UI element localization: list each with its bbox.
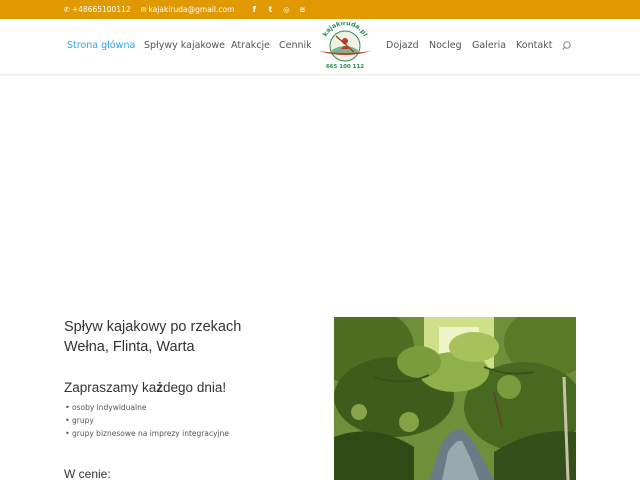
facebook-icon[interactable]: f [246,5,262,14]
invite-heading: Zapraszamy każdego dnia! [64,380,226,395]
phone-number: +48665100112 [71,5,131,14]
top-bar: ✆ +48665100112 ✉ kajakiruda@gmail.com f … [0,0,640,19]
list-item: osoby indywidualne [64,401,229,414]
site-logo[interactable]: kajakiruda.pl 665 100 112 [316,22,374,70]
audience-list: osoby indywidualne grupy grupy biznesowe… [64,401,229,440]
email-address: kajakiruda@gmail.com [148,5,235,14]
nav-item-home[interactable]: Strona główna [67,40,135,51]
nav-link-contact[interactable]: Kontakt [516,40,552,51]
logo-bottom-text: 665 100 112 [326,64,364,70]
nav-link-directions[interactable]: Dojazd [386,40,419,51]
nav-item-accommodation[interactable]: Nocleg [429,40,462,51]
page-title: Spływ kajakowy po rzekach Wełna, Flinta,… [64,317,304,357]
nav-item-attractions[interactable]: Atrakcje [231,40,270,51]
rss-icon[interactable]: ≋ [294,5,310,14]
social-links: f t ◎ ≋ [246,5,310,14]
title-line-1: Spływ kajakowy po rzekach [64,319,242,335]
nav-link-accommodation[interactable]: Nocleg [429,40,462,51]
nav-item-directions[interactable]: Dojazd [386,40,419,51]
river-photo [334,317,576,480]
phone-link[interactable]: ✆ +48665100112 [64,5,131,14]
nav-item-kayak-trips[interactable]: Spływy kajakowe [144,40,225,51]
nav-item-prices[interactable]: Cennik [279,40,312,51]
nav-link-attractions[interactable]: Atrakcje [231,40,270,51]
instagram-icon[interactable]: ◎ [278,5,294,14]
search-icon[interactable] [562,40,574,52]
phone-icon: ✆ [64,5,70,14]
nav-item-gallery[interactable]: Galeria [472,40,506,51]
invite-text-start: Zapraszamy ka [64,380,157,395]
invite-text-end: dego dnia! [163,380,227,395]
list-item: grupy biznesowe na imprezy integracyjne [64,427,229,440]
nav-link-home[interactable]: Strona główna [67,40,135,51]
list-item: grupy [64,414,229,427]
nav-item-contact[interactable]: Kontakt [516,40,552,51]
nav-link-gallery[interactable]: Galeria [472,40,506,51]
nav-link-kayak-trips[interactable]: Spływy kajakowe [144,40,225,51]
nav-link-prices[interactable]: Cennik [279,40,312,51]
prices-heading: W cenie: [64,467,111,480]
title-line-2: Wełna, Flinta, Warta [64,339,195,355]
email-link[interactable]: ✉ kajakiruda@gmail.com [141,5,235,14]
twitter-icon[interactable]: t [262,5,278,14]
envelope-icon: ✉ [140,5,147,14]
